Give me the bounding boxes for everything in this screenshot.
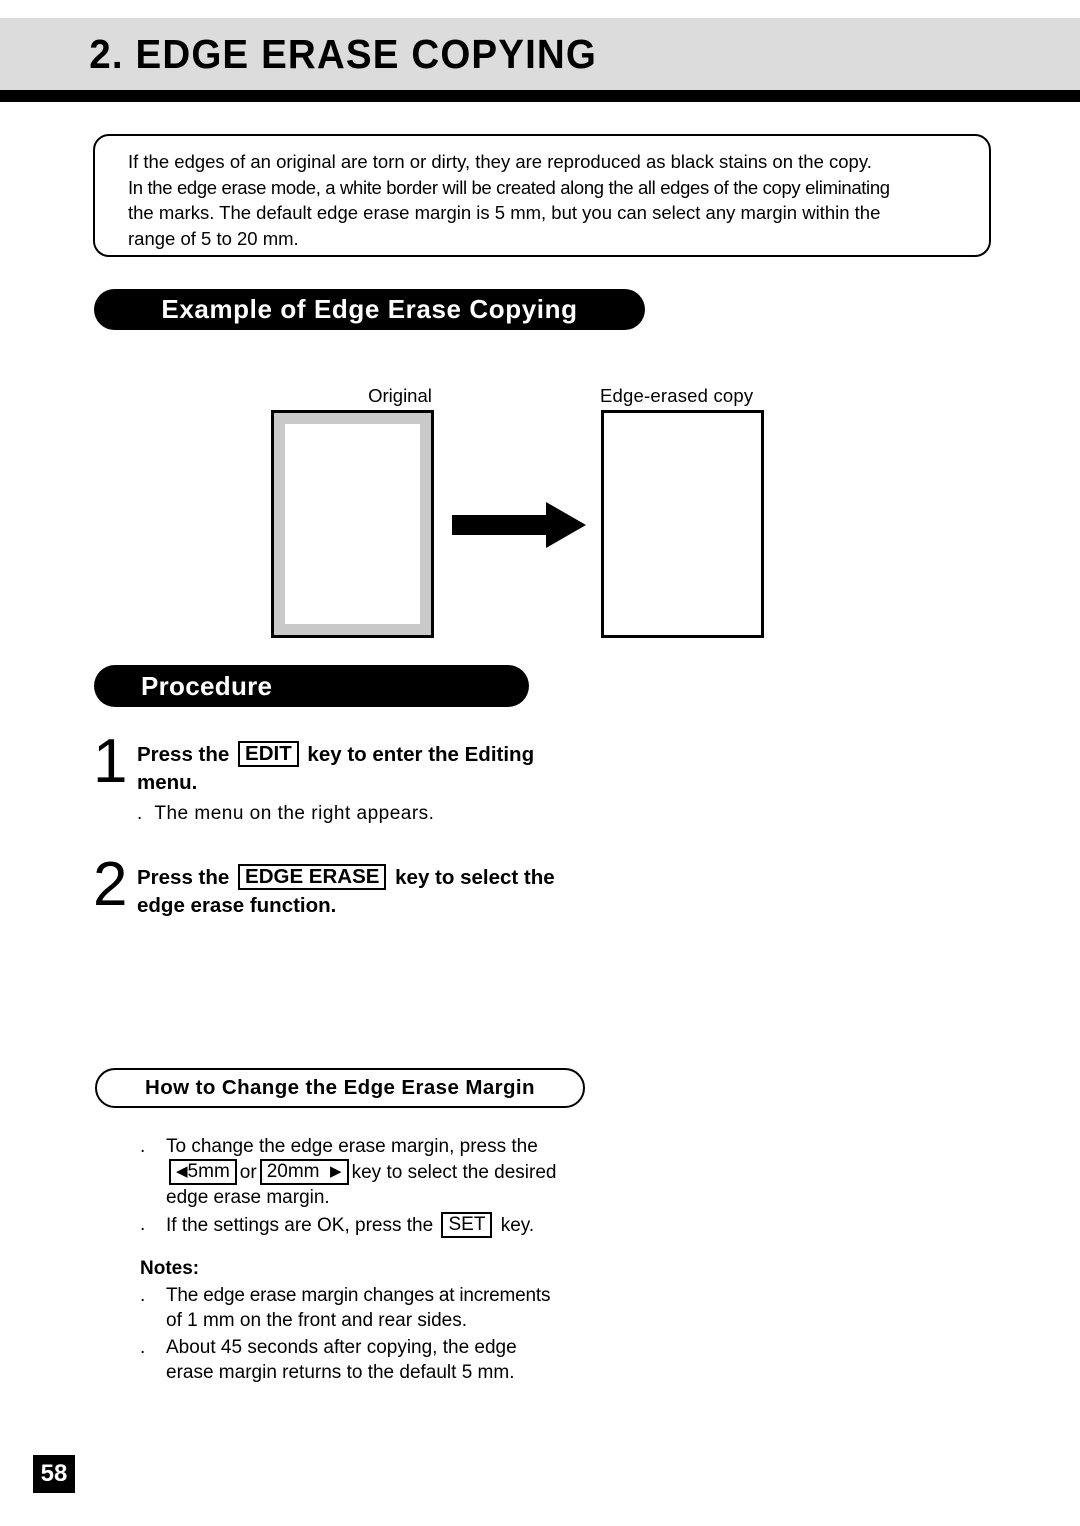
- right-arrow-icon: [452, 502, 586, 548]
- step-text-before-key: Press the: [137, 743, 230, 766]
- page-header-band: 2. EDGE ERASE COPYING: [0, 18, 1080, 90]
- bullet-dot: .: [137, 803, 143, 824]
- bullet-line-with-keys: ◀5mm or 20mm ▶ key to select the desired: [166, 1159, 556, 1185]
- bullet-dot: .: [140, 1136, 146, 1157]
- bullet-dot: .: [140, 1285, 146, 1306]
- bullet-line-with-key: If the settings are OK, press the SET ke…: [166, 1212, 534, 1238]
- bullet-text-after-key: key.: [500, 1215, 535, 1236]
- intro-line: In the edge erase mode, a white border w…: [128, 176, 890, 198]
- step-heading: Press the EDIT key to enter the Editing: [137, 741, 534, 769]
- bullet-text-after-keys: key to select the desired: [351, 1162, 557, 1183]
- step-number: 2: [93, 850, 128, 919]
- step-text-before-key: Press the: [137, 866, 230, 889]
- section-banner-procedure: Procedure: [94, 665, 529, 707]
- original-page-white-area: [285, 424, 420, 624]
- procedure-step-2: 2 Press the EDGE ERASE key to select the…: [93, 850, 555, 920]
- edge-erased-copy-label: Edge-erased copy: [600, 385, 754, 406]
- list-item-text: About 45 seconds after copying, the edge…: [166, 1335, 517, 1385]
- step-text-after-key: key to select the: [395, 866, 555, 889]
- note-line: of 1 mm on the front and rear sides.: [166, 1310, 467, 1331]
- edge-erase-key-label[interactable]: EDGE ERASE: [238, 864, 387, 890]
- margin-increase-key-label: 20mm: [266, 1161, 320, 1182]
- step-number: 1: [93, 727, 128, 796]
- step-sub-note-text: The menu on the right appears.: [154, 803, 435, 824]
- step-body: Press the EDIT key to enter the Editing …: [137, 735, 534, 827]
- procedure-step-1: 1 Press the EDIT key to enter the Editin…: [93, 727, 534, 827]
- step-heading: Press the EDGE ERASE key to select the: [137, 864, 555, 892]
- left-triangle-icon: ◀: [176, 1163, 188, 1180]
- bullet-line: edge erase margin.: [166, 1187, 330, 1208]
- page-title: 2. EDGE ERASE COPYING: [89, 30, 598, 77]
- intro-line: If the edges of an original are torn or …: [128, 151, 872, 172]
- notes-bullet-list: . The edge erase margin changes at incre…: [140, 1283, 550, 1387]
- step-body: Press the EDGE ERASE key to select the e…: [137, 858, 555, 920]
- bullet-line: To change the edge erase margin, press t…: [166, 1136, 538, 1157]
- step-heading-line2: menu.: [137, 771, 198, 794]
- list-item-text: To change the edge erase margin, press t…: [166, 1134, 556, 1210]
- bullet-text-before-key: If the settings are OK, press the: [166, 1215, 434, 1236]
- notes-heading: Notes:: [140, 1258, 200, 1279]
- note-line: About 45 seconds after copying, the edge: [166, 1337, 517, 1358]
- step-heading-line2: edge erase function.: [137, 894, 337, 917]
- how-to-bullet-list: . To change the edge erase margin, press…: [140, 1134, 556, 1240]
- intro-line: range of 5 to 20 mm.: [128, 227, 299, 249]
- section-banner-how-to-change-margin: How to Change the Edge Erase Margin: [95, 1068, 585, 1108]
- margin-decrease-key-label: 5mm: [187, 1161, 230, 1182]
- list-item-text: The edge erase margin changes at increme…: [166, 1283, 550, 1333]
- set-key-label[interactable]: SET: [441, 1212, 493, 1238]
- right-triangle-icon: ▶: [330, 1163, 342, 1180]
- step-sub-note: . The menu on the right appears.: [137, 801, 534, 827]
- page-number-badge: 58: [33, 1455, 75, 1493]
- note-line: erase margin returns to the default 5 mm…: [166, 1362, 515, 1383]
- intro-line: the marks. The default edge erase margin…: [128, 202, 881, 223]
- conjunction-or: or: [239, 1162, 257, 1183]
- bullet-dot: .: [140, 1214, 146, 1235]
- step-text-after-key: key to enter the Editing: [307, 743, 535, 766]
- margin-increase-key[interactable]: 20mm ▶: [259, 1159, 349, 1185]
- list-item: . To change the edge erase margin, press…: [140, 1134, 556, 1210]
- margin-decrease-key[interactable]: ◀5mm: [169, 1159, 237, 1185]
- list-item: . The edge erase margin changes at incre…: [140, 1283, 550, 1333]
- intro-description-box: If the edges of an original are torn or …: [93, 134, 991, 257]
- original-label: Original: [368, 385, 432, 406]
- list-item: . About 45 seconds after copying, the ed…: [140, 1335, 550, 1385]
- original-page-illustration: [271, 410, 434, 638]
- list-item: . If the settings are OK, press the SET …: [140, 1212, 556, 1238]
- section-banner-example: Example of Edge Erase Copying: [94, 289, 645, 330]
- edit-key-label[interactable]: EDIT: [238, 741, 299, 767]
- note-line: The edge erase margin changes at increme…: [166, 1285, 551, 1306]
- bullet-dot: .: [140, 1337, 146, 1358]
- header-divider-rule: [0, 90, 1080, 102]
- edge-erased-copy-illustration: [601, 410, 764, 638]
- list-item-text: If the settings are OK, press the SET ke…: [166, 1212, 534, 1238]
